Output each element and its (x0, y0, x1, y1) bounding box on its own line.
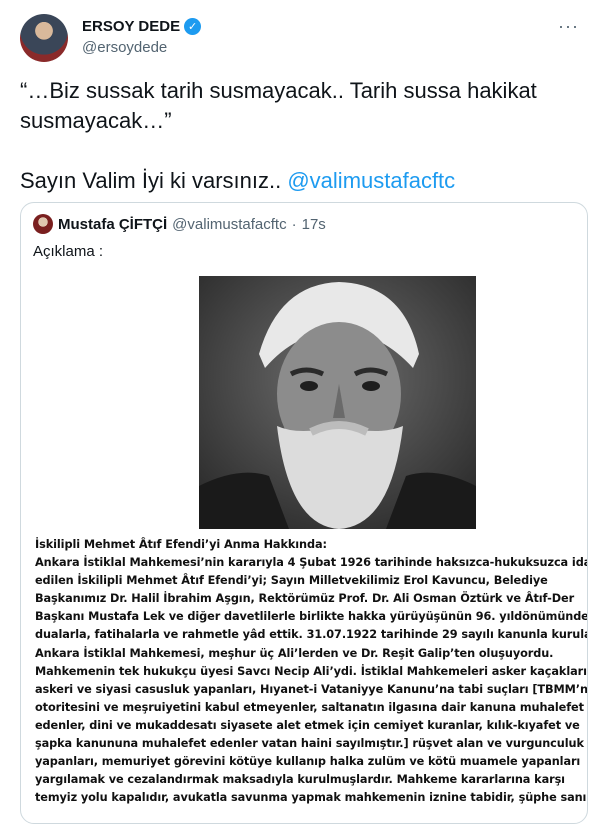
document-line: edilen İskilipli Mehmet Âtıf Efendi’yi; … (35, 574, 548, 588)
quoted-author-avatar[interactable] (33, 214, 53, 234)
document-line: Mahkemenin tek hukukçu üyesi Savcı Necip… (35, 664, 588, 678)
document-line: yapanları, memuriyet görevini kötüye kul… (35, 755, 581, 769)
quoted-tweet-text: Açıklama : (33, 243, 104, 260)
quoted-tweet[interactable]: Mustafa ÇİFTÇİ @valimustafacftc · 17s Aç… (20, 202, 588, 824)
document-line: temyiz yolu kapalıdır, avukatla savunma … (35, 791, 588, 805)
tweet-text: “…Biz sussak tarih susmayacak.. Tarih su… (20, 76, 580, 196)
document-line: edenler, dini ve mukaddesatı siyasete al… (35, 718, 580, 732)
separator-dot: · (291, 215, 297, 233)
tweet-header: ERSOY DEDE ✓ @ersoydede ··· (20, 14, 585, 62)
tweet-text-line: susmayacak…” (20, 108, 172, 133)
author-handle[interactable]: @ersoydede (82, 39, 167, 56)
document-line: yargılamak ve cezalandırmak maksadıyla k… (35, 773, 565, 787)
portrait-photo[interactable] (199, 276, 476, 529)
document-line: şapka kanununa muhalefet edenler vatan h… (35, 737, 584, 751)
author-name-line[interactable]: ERSOY DEDE ✓ (82, 18, 202, 35)
more-horizontal-icon[interactable]: ··· (558, 16, 579, 37)
author-name[interactable]: ERSOY DEDE (82, 18, 180, 35)
document-line: Başkanımız Dr. Halil İbrahim Aşgın, Rekt… (35, 592, 575, 606)
tweet-text-line: Sayın Valim İyi ki varsınız.. @valimusta… (20, 166, 580, 196)
document-line: Ankara İstiklal Mahkemesi, meşhur üç Ali… (35, 646, 554, 660)
document-line: Ankara İstiklal Mahkemesi’nin kararıyla … (35, 556, 588, 570)
document-line: dualarla, fatihalarla ve rahmetle yâd et… (35, 628, 588, 642)
tweet-text-prefix: Sayın Valim İyi ki varsınız.. (20, 168, 288, 193)
quoted-tweet-header: Mustafa ÇİFTÇİ @valimustafacftc · 17s (33, 214, 326, 234)
tweet-text-line: “…Biz sussak tarih susmayacak.. Tarih su… (20, 78, 537, 103)
document-text: İskilipli Mehmet Âtıf Efendi’yi Anma Hak… (35, 536, 588, 807)
quoted-author-handle[interactable]: @valimustafacftc (172, 216, 286, 233)
document-line: askeri ve siyasi casusluk yapanları, Hıy… (35, 682, 588, 696)
document-line: Başkanı Mustafa Lek ve diğer davetlilerl… (35, 610, 588, 624)
document-line: otoritesini ve meşruiyetini kabul etmeye… (35, 700, 584, 714)
quoted-time[interactable]: 17s (302, 216, 326, 233)
mention-link[interactable]: @valimustafacftc (287, 168, 455, 193)
document-line: İskilipli Mehmet Âtıf Efendi’yi Anma Hak… (35, 538, 327, 551)
quoted-author-name[interactable]: Mustafa ÇİFTÇİ (58, 216, 167, 233)
author-avatar[interactable] (20, 14, 68, 62)
verified-badge-icon: ✓ (184, 18, 202, 35)
